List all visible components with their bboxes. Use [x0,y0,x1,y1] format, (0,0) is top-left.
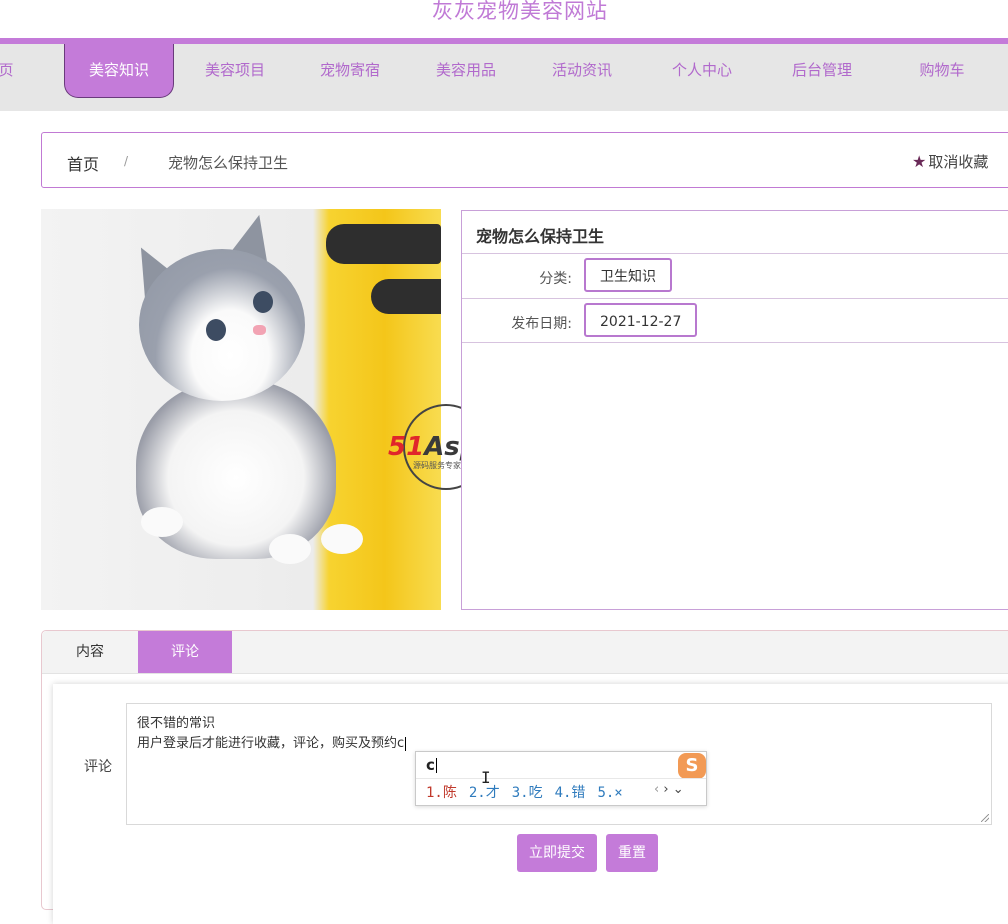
unfavorite-label: 取消收藏 [928,153,989,171]
ime-composition: c [426,756,437,774]
nav-item-beauty-projects[interactable]: 美容项目 [180,44,290,98]
publish-date-value: 2021-12-27 [584,303,698,337]
article-info-panel: 宠物怎么保持卫生 分类: 卫生知识 发布日期: 2021-12-27 [461,210,1008,610]
tab-comments[interactable]: 评论 [138,631,232,673]
tab-content[interactable]: 内容 [42,631,138,673]
kitten-paw [141,507,183,537]
kitten-paw [321,524,363,554]
ime-candidate-window: c S 1.陈 2.才 3.吃 4.错 5.× ‹ › ⌄ [415,751,707,806]
reset-button[interactable]: 重置 [606,834,658,872]
divider [416,778,706,779]
nav-item-personal-center[interactable]: 个人中心 [647,44,757,98]
nav-item-admin[interactable]: 后台管理 [767,44,877,98]
text-caret [405,736,407,751]
kitten-eye-left [206,319,226,341]
ime-candidates: 1.陈 2.才 3.吃 4.错 5.× [426,782,635,802]
breadcrumb-home-link[interactable]: 首页 [67,151,99,175]
submit-button[interactable]: 立即提交 [517,834,597,872]
nav-item-event-news[interactable]: 活动资讯 [527,44,637,98]
toy-shape-lower [371,279,441,314]
comment-field-label: 评论 [84,759,112,775]
kitten-nose [253,325,266,335]
star-icon: ★ [912,152,927,171]
nav-item-beauty-supplies[interactable]: 美容用品 [411,44,521,98]
chevron-right-icon[interactable]: › [663,782,668,797]
nav-item-home[interactable]: 页 [0,44,18,98]
watermark-subtitle: 源码服务专家 [413,461,461,470]
chevron-left-icon[interactable]: ‹ [654,782,659,797]
toy-shape [326,224,441,264]
site-title: 灰灰宠物美容网站 [432,0,608,23]
category-value: 卫生知识 [584,258,672,292]
ime-candidate[interactable]: 5.× [597,785,622,801]
text-cursor-icon: I [481,768,491,787]
nav-item-pet-boarding[interactable]: 宠物寄宿 [295,44,405,98]
resize-handle-icon[interactable] [981,814,989,822]
article-image [41,209,441,610]
breadcrumb: 首页 / 宠物怎么保持卫生 ★ 取消收藏 [41,132,1008,188]
breadcrumb-current: 宠物怎么保持卫生 [168,154,289,172]
divider [462,298,1008,299]
comment-text-line: 很不错的常识 [137,716,216,731]
unfavorite-button[interactable]: ★ 取消收藏 [912,151,988,172]
sogou-logo-icon[interactable]: S [678,753,706,779]
publish-date-label: 发布日期: [511,316,572,332]
ime-candidate[interactable]: 2.才 [469,785,500,801]
kitten-paw [269,534,311,564]
ime-candidate[interactable]: 4.错 [555,785,586,801]
ime-candidate[interactable]: 1.陈 [426,785,457,801]
nav-item-beauty-knowledge[interactable]: 美容知识 [64,44,174,98]
tab-strip: 内容 评论 [42,631,1008,674]
category-label: 分类: [539,271,572,287]
breadcrumb-separator: / [124,154,129,168]
nav-item-cart[interactable]: 购物车 [887,44,997,98]
ime-candidate[interactable]: 3.吃 [512,785,543,801]
ime-page-controls: ‹ › ⌄ [654,782,684,797]
divider [462,342,1008,343]
chevron-down-icon[interactable]: ⌄ [673,782,684,797]
kitten-eye-right [253,291,273,313]
article-title: 宠物怎么保持卫生 [476,227,605,246]
divider [462,253,1008,254]
main-nav: 页 美容知识 美容项目 宠物寄宿 美容用品 活动资讯 个人中心 后台管理 购物车 [0,44,1008,111]
